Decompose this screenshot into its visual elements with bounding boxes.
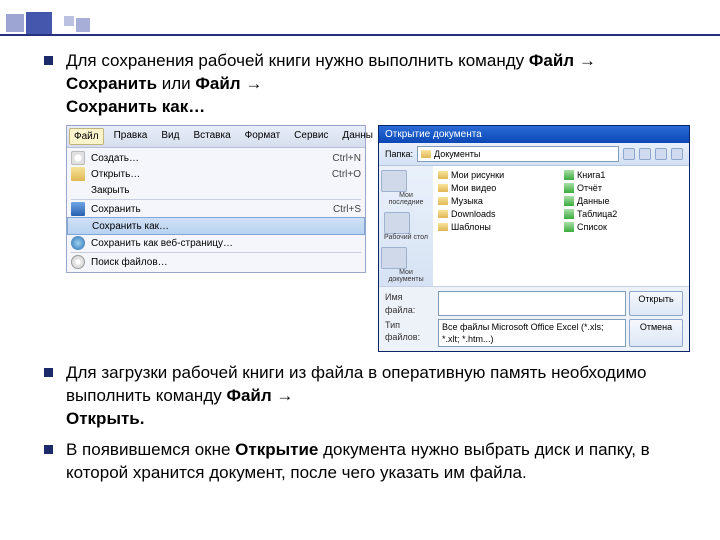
- open-button[interactable]: Открыть: [629, 291, 683, 315]
- folder-icon: [438, 223, 448, 231]
- menu-data[interactable]: Данны: [338, 128, 377, 146]
- bullet-3: В появившемся окне Открытие документа ну…: [40, 439, 690, 485]
- look-in-combo[interactable]: Документы: [417, 146, 619, 162]
- back-icon[interactable]: [623, 148, 635, 160]
- folder-icon: [421, 150, 431, 158]
- find-icon: [71, 255, 85, 269]
- list-item[interactable]: Таблица2: [564, 208, 684, 220]
- menubar: Файл Правка Вид Вставка Формат Сервис Да…: [67, 126, 365, 149]
- menu-file[interactable]: Файл: [69, 128, 104, 146]
- list-item[interactable]: Downloads: [438, 208, 558, 220]
- menu-item-new[interactable]: Создать…Ctrl+N: [67, 150, 365, 166]
- menu-item-close[interactable]: Закрыть: [67, 182, 365, 198]
- folder-icon: [438, 184, 448, 192]
- slide-content: Для сохранения рабочей книги нужно выпол…: [40, 50, 690, 493]
- menu-item-open[interactable]: Открыть…Ctrl+O: [67, 166, 365, 182]
- menu-item-save[interactable]: СохранитьCtrl+S: [67, 201, 365, 217]
- menu-view[interactable]: Вид: [157, 128, 183, 146]
- excel-icon: [564, 209, 574, 219]
- dialog-titlebar: Открытие документа: [379, 126, 689, 144]
- list-item[interactable]: Мои видео: [438, 182, 558, 194]
- web-icon: [71, 236, 85, 250]
- menu-format[interactable]: Формат: [241, 128, 285, 146]
- excel-icon: [564, 196, 574, 206]
- menu-item-save-as[interactable]: Сохранить как…: [67, 217, 365, 235]
- blank-icon: [71, 183, 85, 197]
- folder-icon: [438, 210, 448, 218]
- filename-label: Имя файла:: [385, 291, 435, 315]
- blank-icon: [72, 219, 86, 233]
- filetype-combo[interactable]: Все файлы Microsoft Office Excel (*.xls;…: [438, 319, 626, 347]
- folder-icon: [438, 171, 448, 179]
- menu-tools[interactable]: Сервис: [290, 128, 332, 146]
- list-item[interactable]: Мои рисунки: [438, 169, 558, 181]
- look-in-label: Папка:: [385, 148, 413, 160]
- filename-input[interactable]: [438, 291, 626, 315]
- excel-icon: [564, 170, 574, 180]
- menu-edit[interactable]: Правка: [110, 128, 152, 146]
- list-item[interactable]: Отчёт: [564, 182, 684, 194]
- file-list[interactable]: Мои рисунки Книга1 Мои видео Отчёт Музык…: [433, 166, 689, 286]
- filetype-label: Тип файлов:: [385, 319, 435, 347]
- list-item[interactable]: Шаблоны: [438, 221, 558, 233]
- open-dialog-screenshot: Открытие документа Папка: Документы Мои …: [378, 125, 690, 352]
- cancel-button[interactable]: Отмена: [629, 319, 683, 347]
- views-icon[interactable]: [671, 148, 683, 160]
- place-mydocs[interactable]: Мои документы: [381, 247, 431, 283]
- new-icon: [71, 151, 85, 165]
- bullet-2: Для загрузки рабочей книги из файла в оп…: [40, 362, 690, 431]
- list-item[interactable]: Список: [564, 221, 684, 233]
- bullet-1: Для сохранения рабочей книги нужно выпол…: [40, 50, 690, 352]
- place-recent[interactable]: Мои последние: [381, 170, 431, 206]
- list-item[interactable]: Музыка: [438, 195, 558, 207]
- delete-icon[interactable]: [655, 148, 667, 160]
- list-item[interactable]: Книга1: [564, 169, 684, 181]
- menu-insert[interactable]: Вставка: [189, 128, 234, 146]
- menu-item-find-files[interactable]: Поиск файлов…: [67, 254, 365, 270]
- open-icon: [71, 167, 85, 181]
- excel-icon: [564, 222, 574, 232]
- folder-icon: [438, 197, 448, 205]
- up-icon[interactable]: [639, 148, 651, 160]
- menu-item-save-web[interactable]: Сохранить как веб-страницу…: [67, 235, 365, 251]
- place-desktop[interactable]: Рабочий стол: [384, 212, 428, 241]
- excel-icon: [564, 183, 574, 193]
- file-menu-screenshot: Файл Правка Вид Вставка Формат Сервис Да…: [66, 125, 366, 274]
- save-icon: [71, 202, 85, 216]
- list-item[interactable]: Данные: [564, 195, 684, 207]
- places-bar: Мои последние Рабочий стол Мои документы: [379, 166, 433, 286]
- dialog-toolbar: Папка: Документы: [379, 143, 689, 166]
- header-decoration: [0, 10, 720, 36]
